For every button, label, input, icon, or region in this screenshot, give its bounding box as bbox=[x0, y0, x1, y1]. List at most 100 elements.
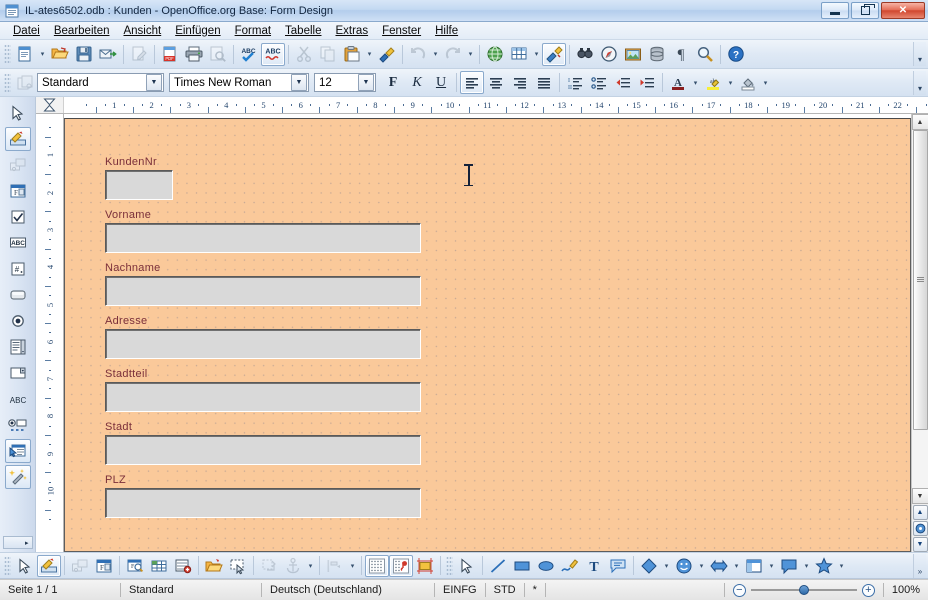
sidebar-form-navigator-icon[interactable] bbox=[4, 439, 31, 463]
copy-button[interactable] bbox=[316, 43, 340, 66]
menu-bearbeiten[interactable]: Bearbeiten bbox=[47, 24, 117, 38]
field-input[interactable] bbox=[105, 276, 421, 306]
status-language[interactable]: Deutsch (Deutschland) bbox=[262, 580, 434, 600]
scroll-down-button[interactable]: ▼ bbox=[911, 488, 928, 504]
autospellcheck-button[interactable]: ABC bbox=[261, 42, 285, 66]
clone-formatting-button[interactable] bbox=[375, 43, 399, 66]
paste-button[interactable] bbox=[340, 43, 364, 66]
sidebar-design-mode-icon[interactable] bbox=[4, 127, 31, 151]
hyperlink-button[interactable] bbox=[483, 43, 507, 66]
sidebar-text-label-abc-icon[interactable]: ABC bbox=[5, 387, 31, 411]
undo-button[interactable] bbox=[406, 43, 430, 66]
dw-symbol-shapes-icon[interactable] bbox=[672, 555, 696, 577]
new-document-dropdown[interactable]: ▾ bbox=[37, 43, 48, 66]
numbered-list-button[interactable]: I II bbox=[563, 71, 587, 94]
font-name-dropdown-arrow[interactable]: ▼ bbox=[291, 74, 307, 91]
font-name-value[interactable]: Times New Roman bbox=[170, 77, 290, 89]
fd-open-in-design-icon[interactable] bbox=[202, 555, 226, 577]
minimize-button[interactable] bbox=[821, 2, 849, 19]
horizontal-ruler[interactable]: 1 2 3 4 5 6 7 8 9 10 11 12 13 14 15 16 17 18 19 20 21 22 bbox=[36, 97, 928, 114]
fd-alignment-dropdown[interactable]: ▾ bbox=[347, 554, 358, 577]
fd-anchor-icon[interactable] bbox=[281, 555, 305, 577]
fd-automatic-control-focus-icon[interactable] bbox=[226, 555, 250, 577]
insert-table-dropdown[interactable]: ▾ bbox=[531, 43, 542, 66]
formatting-toolbar-overflow[interactable]: ▾ bbox=[913, 70, 926, 95]
align-right-button[interactable] bbox=[508, 71, 532, 94]
status-modified[interactable]: * bbox=[525, 580, 545, 600]
drawing-toolbar-overflow[interactable]: » bbox=[913, 553, 926, 578]
next-page-button[interactable]: ▼ bbox=[912, 537, 928, 552]
toolbar-grip[interactable] bbox=[4, 72, 11, 93]
menu-fenster[interactable]: Fenster bbox=[375, 24, 428, 38]
dw-flowchart-shapes-dropdown[interactable]: ▾ bbox=[766, 554, 777, 577]
formatting-marks-button[interactable]: ¶ bbox=[669, 43, 693, 66]
spellcheck-button[interactable]: ABC bbox=[237, 43, 261, 66]
menu-einfuegen[interactable]: Einfügen bbox=[168, 24, 227, 38]
form-canvas[interactable]: KundenNr Vorname Nachname Adresse Stadtteil S… bbox=[64, 114, 911, 552]
dw-callout-shapes-dropdown[interactable]: ▾ bbox=[801, 554, 812, 577]
print-preview-button[interactable] bbox=[206, 43, 230, 66]
open-button[interactable] bbox=[48, 43, 72, 66]
export-pdf-button[interactable]: PDF bbox=[158, 43, 182, 66]
align-justify-button[interactable] bbox=[532, 71, 556, 94]
sidebar-formatted-field-control-icon[interactable]: # bbox=[5, 257, 31, 281]
dw-freeform-line-icon[interactable] bbox=[558, 555, 582, 577]
dw-symbol-shapes-dropdown[interactable]: ▾ bbox=[696, 554, 707, 577]
zoom-slider-group[interactable]: − + bbox=[725, 583, 883, 597]
menu-extras[interactable]: Extras bbox=[328, 24, 375, 38]
sidebar-list-box-control-icon[interactable] bbox=[5, 335, 31, 359]
dw-select-arrow-icon[interactable] bbox=[455, 555, 479, 577]
status-page-style[interactable]: Standard bbox=[121, 580, 261, 600]
navigator-button[interactable] bbox=[597, 43, 621, 66]
fd-design-mode-icon[interactable] bbox=[37, 554, 61, 577]
data-sources-button[interactable] bbox=[645, 43, 669, 66]
restore-button[interactable] bbox=[851, 2, 879, 19]
status-insert-mode[interactable]: EINFG bbox=[435, 580, 485, 600]
dw-block-arrows-dropdown[interactable]: ▾ bbox=[731, 554, 742, 577]
fd-anchor-dropdown[interactable]: ▾ bbox=[305, 554, 316, 577]
dw-basic-shapes-icon[interactable] bbox=[637, 555, 661, 577]
field-input[interactable] bbox=[105, 329, 421, 359]
field-label[interactable]: Stadt bbox=[105, 421, 421, 433]
fd-select-arrow-icon[interactable] bbox=[13, 555, 37, 577]
scrollbar-thumb[interactable] bbox=[912, 130, 928, 430]
navigation-button[interactable] bbox=[912, 521, 928, 536]
scrollbar-track[interactable] bbox=[911, 130, 928, 488]
dw-ellipse-icon[interactable] bbox=[534, 555, 558, 577]
fd-alignment-icon[interactable] bbox=[323, 555, 347, 577]
italic-button[interactable]: K bbox=[405, 71, 429, 94]
field-label[interactable]: Vorname bbox=[105, 209, 421, 221]
status-selection-mode[interactable]: STD bbox=[486, 580, 524, 600]
standard-toolbar-overflow[interactable]: ▾ bbox=[913, 42, 926, 66]
toolbar-grip[interactable] bbox=[4, 44, 11, 64]
form-page[interactable]: KundenNr Vorname Nachname Adresse Stadtteil S… bbox=[64, 118, 911, 552]
sidebar-form-properties-icon[interactable]: F bbox=[5, 179, 31, 203]
field-label[interactable]: Adresse bbox=[105, 315, 421, 327]
dw-stars-shapes-dropdown[interactable]: ▾ bbox=[836, 554, 847, 577]
save-button[interactable] bbox=[72, 43, 96, 66]
find-replace-button[interactable] bbox=[573, 43, 597, 66]
zoom-out-icon[interactable]: − bbox=[732, 583, 746, 597]
status-page[interactable]: Seite 1 / 1 bbox=[0, 580, 120, 600]
dw-text-box-icon[interactable]: T bbox=[582, 555, 606, 577]
paragraph-style-dropdown-arrow[interactable]: ▼ bbox=[146, 74, 162, 91]
bulleted-list-button[interactable] bbox=[587, 71, 611, 94]
increase-indent-button[interactable] bbox=[635, 71, 659, 94]
field-label[interactable]: Stadtteil bbox=[105, 368, 421, 380]
help-button[interactable]: ? bbox=[724, 43, 748, 66]
field-label[interactable]: PLZ bbox=[105, 474, 421, 486]
email-document-button[interactable] bbox=[96, 43, 120, 66]
background-color-button[interactable] bbox=[736, 71, 760, 94]
fd-activation-order-icon[interactable] bbox=[147, 555, 171, 577]
close-button[interactable]: ✕ bbox=[881, 2, 925, 19]
dw-flowchart-shapes-icon[interactable] bbox=[742, 555, 766, 577]
sidebar-select-arrow-icon[interactable] bbox=[5, 101, 31, 125]
field-label[interactable]: KundenNr bbox=[105, 156, 173, 168]
redo-button[interactable] bbox=[441, 43, 465, 66]
underline-button[interactable]: U bbox=[429, 71, 453, 94]
sidebar-combo-box-control-icon[interactable] bbox=[5, 361, 31, 385]
status-zoom-value[interactable]: 100% bbox=[884, 580, 928, 600]
paste-dropdown[interactable]: ▾ bbox=[364, 43, 375, 66]
print-button[interactable] bbox=[182, 43, 206, 66]
undo-dropdown[interactable]: ▾ bbox=[430, 43, 441, 66]
